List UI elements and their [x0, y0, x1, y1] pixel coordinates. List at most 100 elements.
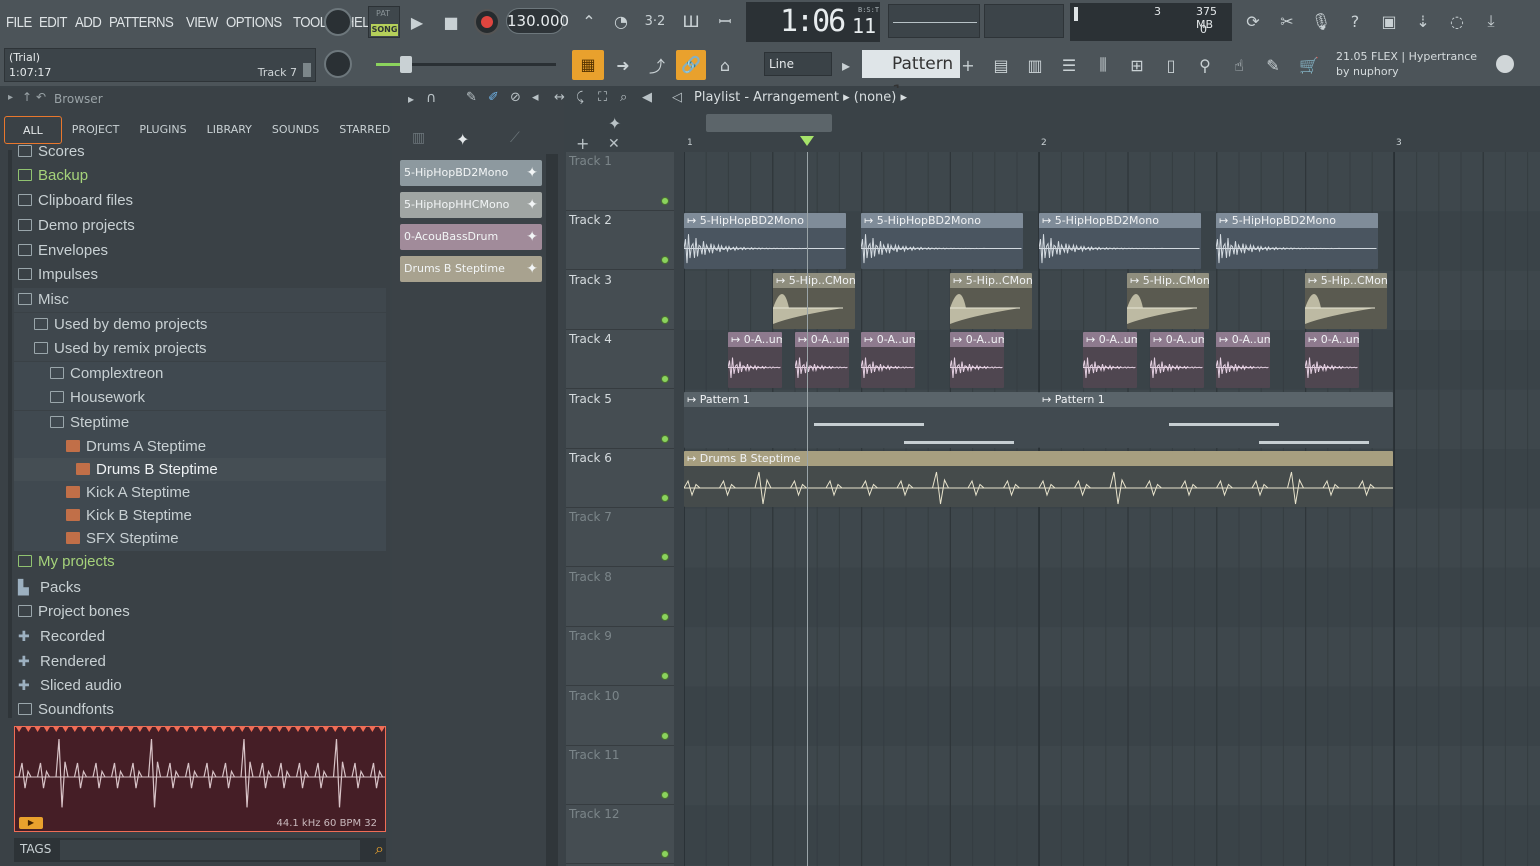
playlist-clip[interactable]: ↦ 5-HipHopBD2Mono: [1039, 213, 1201, 270]
preview-play-icon[interactable]: ▶: [19, 817, 43, 829]
track-mute-led[interactable]: [661, 315, 669, 324]
metronome-icon[interactable]: ⌃: [574, 6, 604, 36]
browser-item[interactable]: Drums A Steptime: [14, 435, 386, 459]
menu-patterns[interactable]: PATTERNS: [109, 14, 174, 31]
browser-scrollbar[interactable]: [8, 150, 12, 718]
browser-item[interactable]: Clipboard files: [14, 189, 386, 213]
track-mute-led[interactable]: [661, 612, 669, 621]
snap-mode-select[interactable]: Line: [764, 52, 832, 76]
track-mute-led[interactable]: [661, 434, 669, 443]
stamp-icon[interactable]: ⌂: [710, 50, 740, 80]
undo-history-icon[interactable]: ⟳: [1238, 6, 1268, 36]
slide-icon[interactable]: ⤴: [642, 50, 672, 80]
channel-item[interactable]: 5-HipHopHHCMono ✦: [400, 192, 542, 218]
arrow-right-icon[interactable]: ➜: [608, 50, 638, 80]
browser-item[interactable]: ✚ Rendered: [14, 649, 386, 673]
playlist-clip[interactable]: ↦ 5-Hip..CMono: [773, 272, 855, 329]
zoom-icon[interactable]: ⌕: [620, 90, 627, 105]
close-icon[interactable]: ✕: [608, 136, 620, 152]
select-icon[interactable]: ⛶: [598, 90, 607, 105]
overview-scroll[interactable]: [706, 114, 832, 132]
channel-item[interactable]: 5-HipHopBD2Mono ✦: [400, 160, 542, 186]
step-edit-icon[interactable]: Ш: [676, 6, 706, 36]
browser-item[interactable]: SFX Steptime: [14, 527, 386, 551]
shop-icon[interactable]: 🛒: [1294, 50, 1324, 80]
pattern-selector[interactable]: Pattern 1: [862, 50, 960, 102]
paint-icon[interactable]: ✐: [488, 90, 499, 105]
stop-icon[interactable]: ■: [436, 7, 466, 37]
track-mute-led[interactable]: [661, 256, 669, 265]
audio-clip-icon[interactable]: ✦: [608, 114, 621, 133]
channel-rack-icon[interactable]: ☰: [1054, 50, 1084, 80]
menu-edit[interactable]: EDIT: [39, 14, 67, 31]
playlist-clip[interactable]: ↦ 5-Hip..CMono: [1127, 272, 1209, 329]
track-mute-led[interactable]: [661, 791, 669, 799]
search-icon[interactable]: ⌕: [375, 839, 384, 859]
browser-item[interactable]: Backup: [14, 164, 386, 188]
mixer-icon[interactable]: ⫼: [1088, 50, 1118, 80]
loop-record-icon[interactable]: ꟷ: [710, 6, 740, 36]
track-header[interactable]: Track 7: [566, 508, 674, 568]
playback-icon[interactable]: ◀: [642, 90, 652, 105]
browser-item[interactable]: Used by remix projects: [14, 337, 386, 361]
browser-item[interactable]: Complextreon: [14, 362, 386, 386]
channel-scrollbar[interactable]: [546, 154, 558, 866]
chat-icon[interactable]: ◌: [1442, 6, 1472, 36]
menu-options[interactable]: OPTIONS: [226, 14, 282, 31]
playlist-clip[interactable]: ↦ 0-A..um: [1216, 332, 1270, 389]
browser-item[interactable]: Used by demo projects: [14, 313, 386, 337]
playlist-clip[interactable]: ↦ 0-A..um: [795, 332, 849, 389]
browser-item[interactable]: Scores: [14, 140, 386, 164]
piano-roll-icon[interactable]: ▥: [1020, 50, 1050, 80]
browser-item[interactable]: Impulses: [14, 263, 386, 287]
track-header[interactable]: Track 11: [566, 746, 674, 805]
pencil-icon[interactable]: ✎: [466, 90, 477, 105]
add-pattern-icon[interactable]: +: [958, 50, 978, 80]
touch-icon[interactable]: ☝: [1224, 50, 1254, 80]
arrangement-grid[interactable]: ↦ 5-HipHopBD2Mono ↦ 5-HipHopBD2Mono ↦ 5-Hi…: [684, 152, 1540, 866]
track-mute-led[interactable]: [661, 197, 669, 205]
master-slider-handle[interactable]: [400, 56, 412, 73]
playlist-clip[interactable]: ↦ 0-A..um: [950, 332, 1004, 389]
track-header[interactable]: Track 9: [566, 627, 674, 687]
browser-item[interactable]: ▙ Packs: [14, 575, 386, 599]
browser-item[interactable]: Soundfonts: [14, 698, 386, 722]
browser-item[interactable]: Demo projects: [14, 214, 386, 238]
audio-preview[interactable]: ▶ 44.1 kHz 60 BPM 32: [14, 726, 386, 832]
master-pitch-knob[interactable]: [324, 50, 352, 78]
play-icon[interactable]: ▶: [402, 7, 432, 37]
browser-item[interactable]: Kick B Steptime: [14, 504, 386, 528]
playlist-clip[interactable]: ↦ 0-A..um: [1150, 332, 1204, 389]
browser-item[interactable]: Envelopes: [14, 239, 386, 263]
track-header[interactable]: Track 8: [566, 568, 674, 627]
channel-item[interactable]: Drums B Steptime ✦: [400, 256, 542, 282]
track-mute-led[interactable]: [661, 672, 669, 681]
browser-item[interactable]: Misc: [14, 288, 386, 312]
playlist-clip[interactable]: ↦ 0-A..um: [1305, 332, 1359, 389]
track-mute-led[interactable]: [661, 731, 669, 740]
cut-icon[interactable]: ✂: [1272, 6, 1302, 36]
track-mute-led[interactable]: [661, 850, 669, 859]
speaker-icon[interactable]: ◁: [672, 90, 682, 105]
browser-collapse-icon[interactable]: ▸: [8, 92, 13, 103]
browser-item[interactable]: Kick A Steptime: [14, 481, 386, 505]
browser-item[interactable]: Drums B Steptime: [14, 458, 386, 482]
microphone-icon[interactable]: 🎙: [1306, 6, 1336, 36]
delete-icon[interactable]: ⊘: [510, 90, 521, 105]
playlist-clip[interactable]: ↦ 0-A..um: [728, 332, 782, 389]
browser-item[interactable]: Housework: [14, 386, 386, 410]
track-header[interactable]: Track 10: [566, 687, 674, 746]
project-icon[interactable]: ▯: [1156, 50, 1186, 80]
pattern-prev-icon[interactable]: ▸: [836, 50, 856, 80]
track-header[interactable]: Track 1: [566, 152, 674, 211]
playlist-clip[interactable]: ↦ 0-A..um: [861, 332, 915, 389]
playlist-clip[interactable]: ↦ 5-HipHopBD2Mono: [1216, 213, 1378, 270]
playlist-clip[interactable]: ↦ 5-Hip..CMono: [950, 272, 1032, 329]
export-icon[interactable]: ⇣: [1408, 6, 1438, 36]
browser-item[interactable]: ✚ Recorded: [14, 624, 386, 648]
help-icon[interactable]: ?: [1340, 6, 1370, 36]
playlist-clip[interactable]: ↦ 0-A..um: [1083, 332, 1137, 389]
automation-icon[interactable]: ⟋: [510, 130, 520, 146]
track-header[interactable]: Track 3: [566, 271, 674, 330]
playlist-view-icon[interactable]: ▤: [986, 50, 1016, 80]
